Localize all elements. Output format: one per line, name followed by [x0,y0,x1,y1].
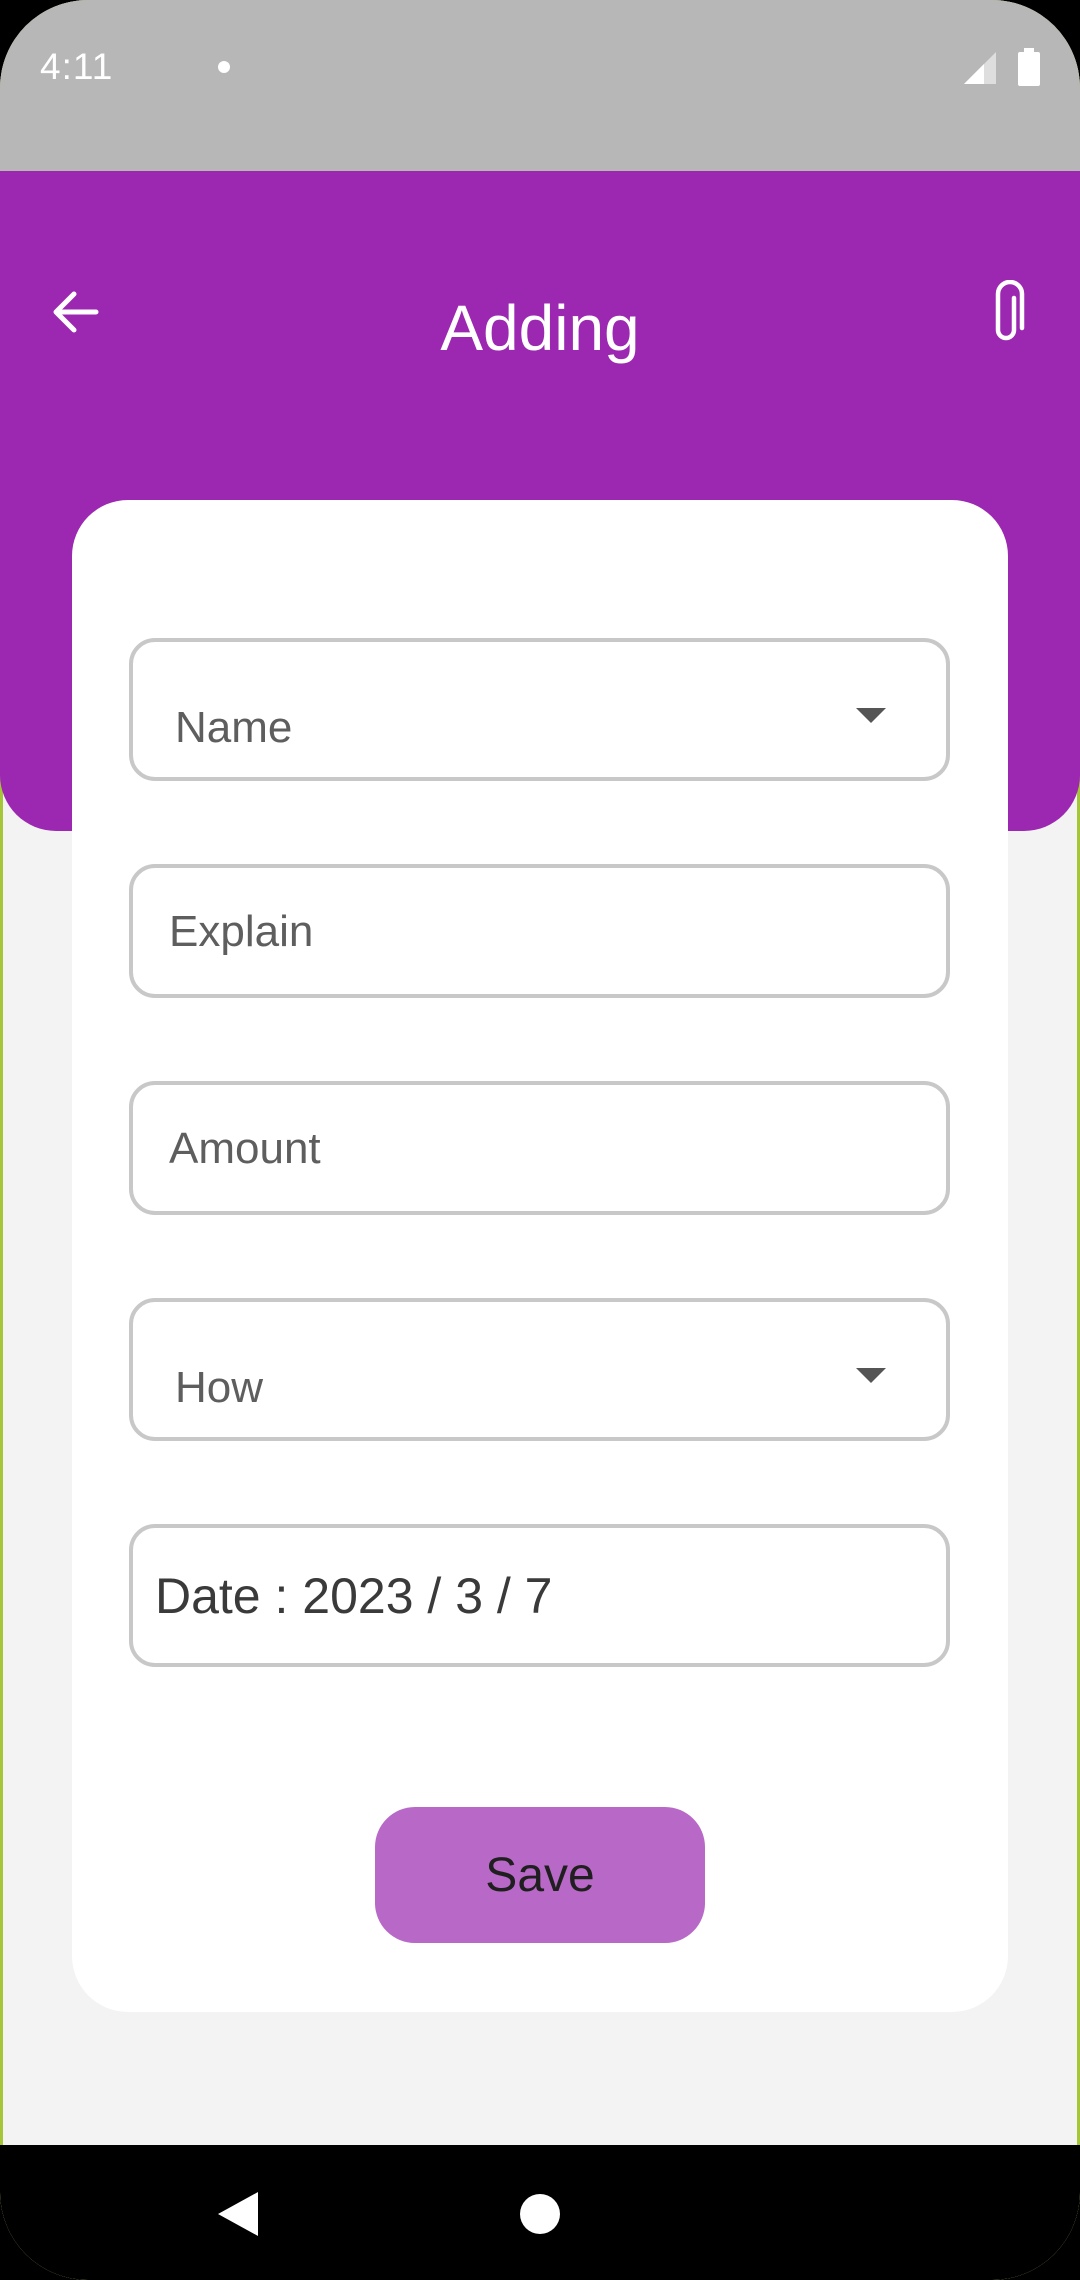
date-value: Date : 2023 / 3 / 7 [155,1568,553,1624]
how-dropdown[interactable]: How [129,1298,950,1441]
date-picker-field[interactable]: Date : 2023 / 3 / 7 [129,1524,950,1667]
how-dropdown-label: How [175,1363,264,1412]
nav-home-icon[interactable] [520,2194,560,2234]
nav-back-icon[interactable] [216,2190,260,2238]
status-bar: 4:11 [0,0,1080,171]
save-button[interactable]: Save [375,1807,705,1943]
amount-input-placeholder: Amount [169,1124,321,1173]
cell-signal-icon [964,52,996,84]
explain-input-placeholder: Explain [169,907,314,956]
dropdown-caret-icon [856,708,886,723]
phone-screen: 4:11 Adding Name Explain Amount How Date… [0,0,1080,2280]
battery-icon [1018,48,1040,86]
notification-dot-icon [218,61,230,73]
name-dropdown-label: Name [175,703,293,752]
paperclip-icon[interactable] [982,280,1032,348]
page-title: Adding [440,292,640,364]
dropdown-caret-icon [856,1368,886,1383]
amount-input[interactable]: Amount [129,1081,950,1215]
explain-input[interactable]: Explain [129,864,950,998]
status-time: 4:11 [40,46,114,87]
name-dropdown[interactable]: Name [129,638,950,781]
